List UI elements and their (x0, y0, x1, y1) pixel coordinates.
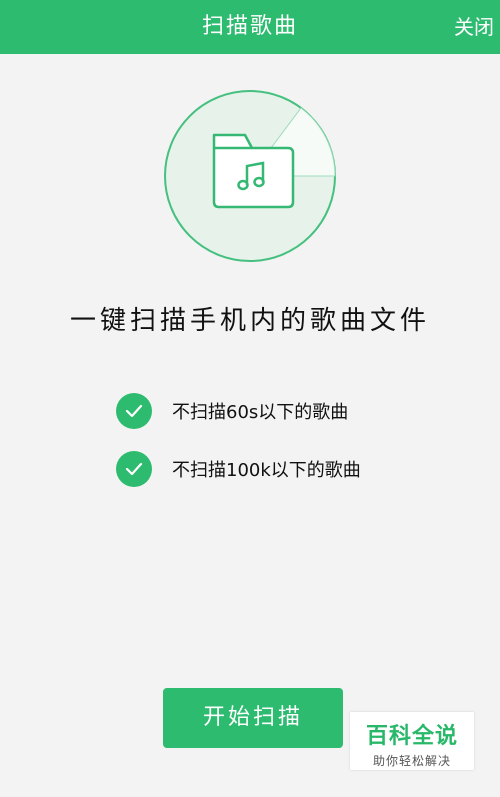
scan-illustration (164, 90, 336, 262)
title-bar: 扫描歌曲 关闭 (0, 0, 500, 54)
check-icon[interactable] (116, 451, 152, 487)
close-button[interactable]: 关闭 (454, 0, 494, 54)
option-label: 不扫描100k以下的歌曲 (172, 460, 361, 481)
watermark-slogan: 助你轻松解决 (372, 754, 451, 768)
check-icon[interactable] (116, 393, 152, 429)
start-scan-button[interactable]: 开始扫描 (163, 688, 343, 748)
watermark-logo: 百科全说 助你轻松解决 (350, 712, 474, 770)
page-title: 扫描歌曲 (201, 14, 298, 39)
option-skip-small[interactable]: 不扫描100k以下的歌曲 (116, 449, 361, 489)
option-skip-short[interactable]: 不扫描60s以下的歌曲 (116, 391, 348, 431)
watermark-brand: 百科全说 (365, 724, 458, 749)
headline: 一键扫描手机内的歌曲文件 (69, 306, 430, 336)
option-label: 不扫描60s以下的歌曲 (172, 402, 349, 423)
